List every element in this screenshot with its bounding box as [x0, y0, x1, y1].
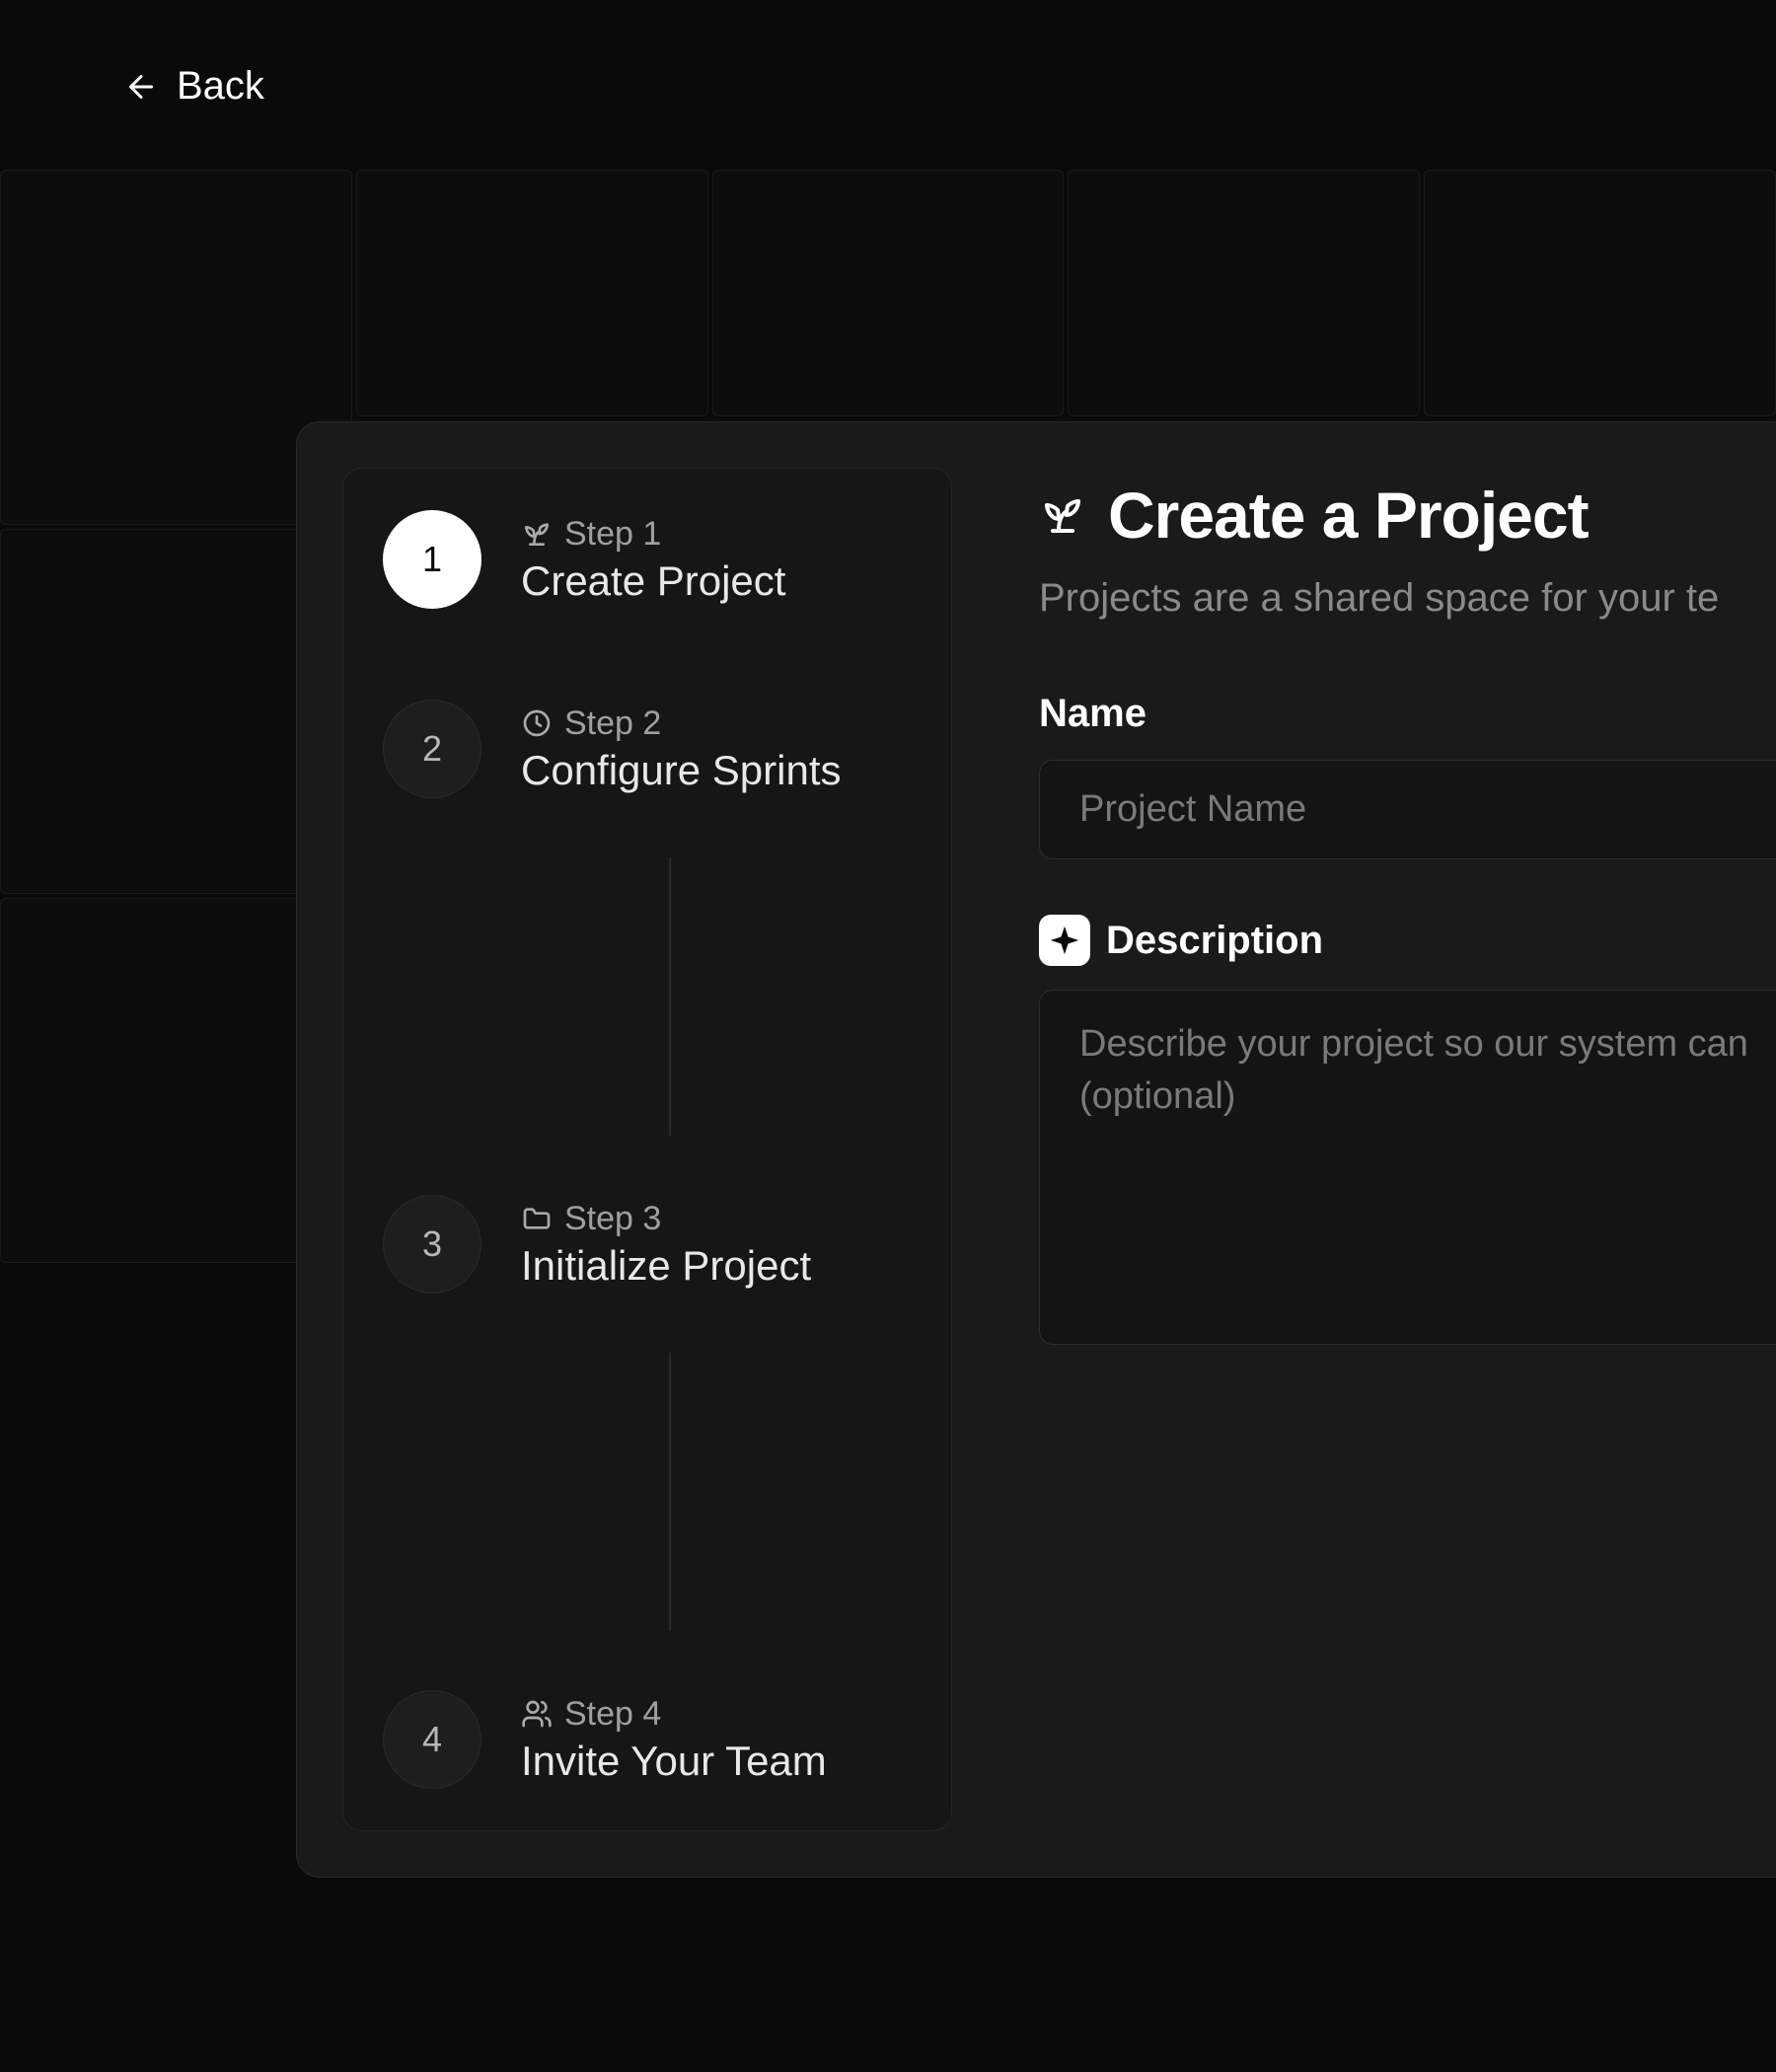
step-invite-team[interactable]: 4 Step 4 Invite Your Team	[383, 1690, 908, 1789]
step-connector	[669, 857, 671, 1136]
sprout-icon	[1039, 491, 1086, 539]
step-title: Configure Sprints	[521, 747, 842, 794]
step-label: Step 2	[564, 704, 661, 743]
step-title: Invite Your Team	[521, 1738, 827, 1785]
step-configure-sprints[interactable]: 2 Step 2 Configure Sprints	[383, 700, 908, 798]
create-project-modal: 1 Step 1 Create Project 2	[296, 421, 1776, 1878]
description-label: Description	[1106, 919, 1323, 963]
arrow-left-icon	[123, 69, 159, 105]
step-create-project[interactable]: 1 Step 1 Create Project	[383, 510, 908, 609]
page-title: Create a Project	[1108, 478, 1589, 553]
step-initialize-project[interactable]: 3 Step 3 Initialize Project	[383, 1195, 908, 1294]
step-label: Step 3	[564, 1200, 661, 1238]
back-label: Back	[177, 64, 264, 109]
sprout-icon	[521, 518, 553, 550]
folder-icon	[521, 1203, 553, 1234]
step-number: 1	[383, 510, 481, 609]
step-number: 2	[383, 700, 481, 798]
users-icon	[521, 1698, 553, 1730]
clock-icon	[521, 707, 553, 739]
page-subtitle: Projects are a shared space for your te	[1039, 576, 1776, 621]
project-description-input[interactable]	[1039, 990, 1776, 1345]
sparkle-icon	[1048, 924, 1081, 957]
project-name-input[interactable]	[1039, 760, 1776, 859]
content-panel: Create a Project Projects are a shared s…	[1039, 468, 1776, 1831]
back-button[interactable]: Back	[123, 64, 264, 109]
step-title: Create Project	[521, 557, 785, 605]
steps-sidebar: 1 Step 1 Create Project 2	[342, 468, 952, 1831]
step-label: Step 4	[564, 1695, 661, 1734]
step-connector	[669, 1353, 671, 1631]
step-number: 4	[383, 1690, 481, 1789]
step-label: Step 1	[564, 515, 661, 554]
sparkle-badge	[1039, 915, 1090, 966]
name-label: Name	[1039, 692, 1776, 736]
step-title: Initialize Project	[521, 1242, 811, 1290]
step-number: 3	[383, 1195, 481, 1294]
